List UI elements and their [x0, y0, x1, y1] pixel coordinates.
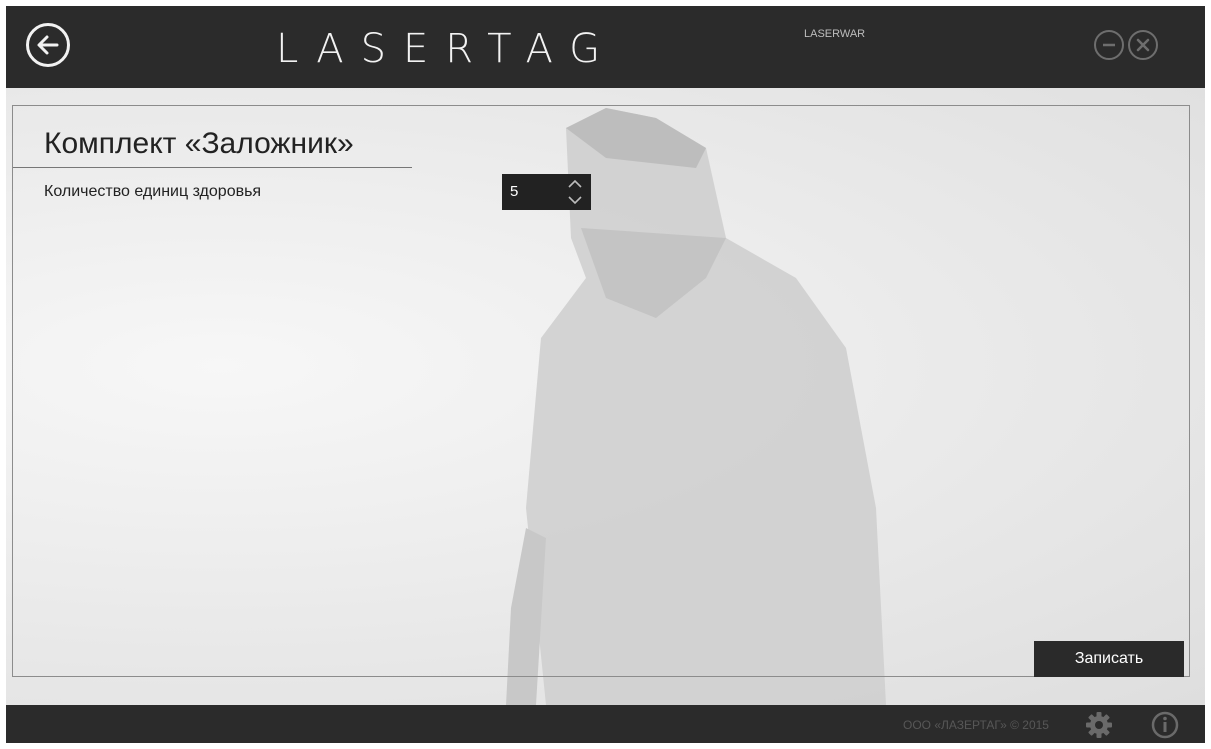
health-units-label: Количество единиц здоровья — [44, 183, 262, 200]
back-button[interactable] — [26, 23, 70, 67]
logo-text: LASERTAG — [276, 26, 618, 72]
page-title: Комплект «Заложник» — [44, 127, 354, 160]
chevron-up-icon[interactable] — [566, 176, 584, 192]
copyright-text: ООО «ЛАЗЕРТАГ» © 2015 — [903, 718, 1049, 732]
footer-bar: ООО «ЛАЗЕРТАГ» © 2015 — [6, 705, 1205, 743]
close-icon — [1136, 38, 1150, 52]
minus-icon — [1103, 43, 1115, 47]
content-area: Комплект «Заложник» Количество единиц зд… — [6, 88, 1205, 705]
minimize-button[interactable] — [1094, 30, 1124, 60]
title-divider — [13, 167, 412, 168]
chevron-down-icon[interactable] — [566, 192, 584, 208]
app-window: LASERTAG LASERWAR Комплект «Заложник» Ко… — [6, 6, 1205, 743]
arrow-left-icon — [37, 35, 59, 55]
health-units-value[interactable]: 5 — [510, 183, 518, 201]
info-icon[interactable] — [1151, 711, 1179, 743]
gear-icon[interactable] — [1086, 712, 1112, 743]
logo-subtext: LASERWAR — [804, 28, 866, 40]
health-units-stepper[interactable]: 5 — [502, 174, 591, 210]
save-button[interactable]: Записать — [1034, 641, 1184, 677]
title-bar: LASERTAG LASERWAR — [6, 6, 1205, 88]
close-button[interactable] — [1128, 30, 1158, 60]
